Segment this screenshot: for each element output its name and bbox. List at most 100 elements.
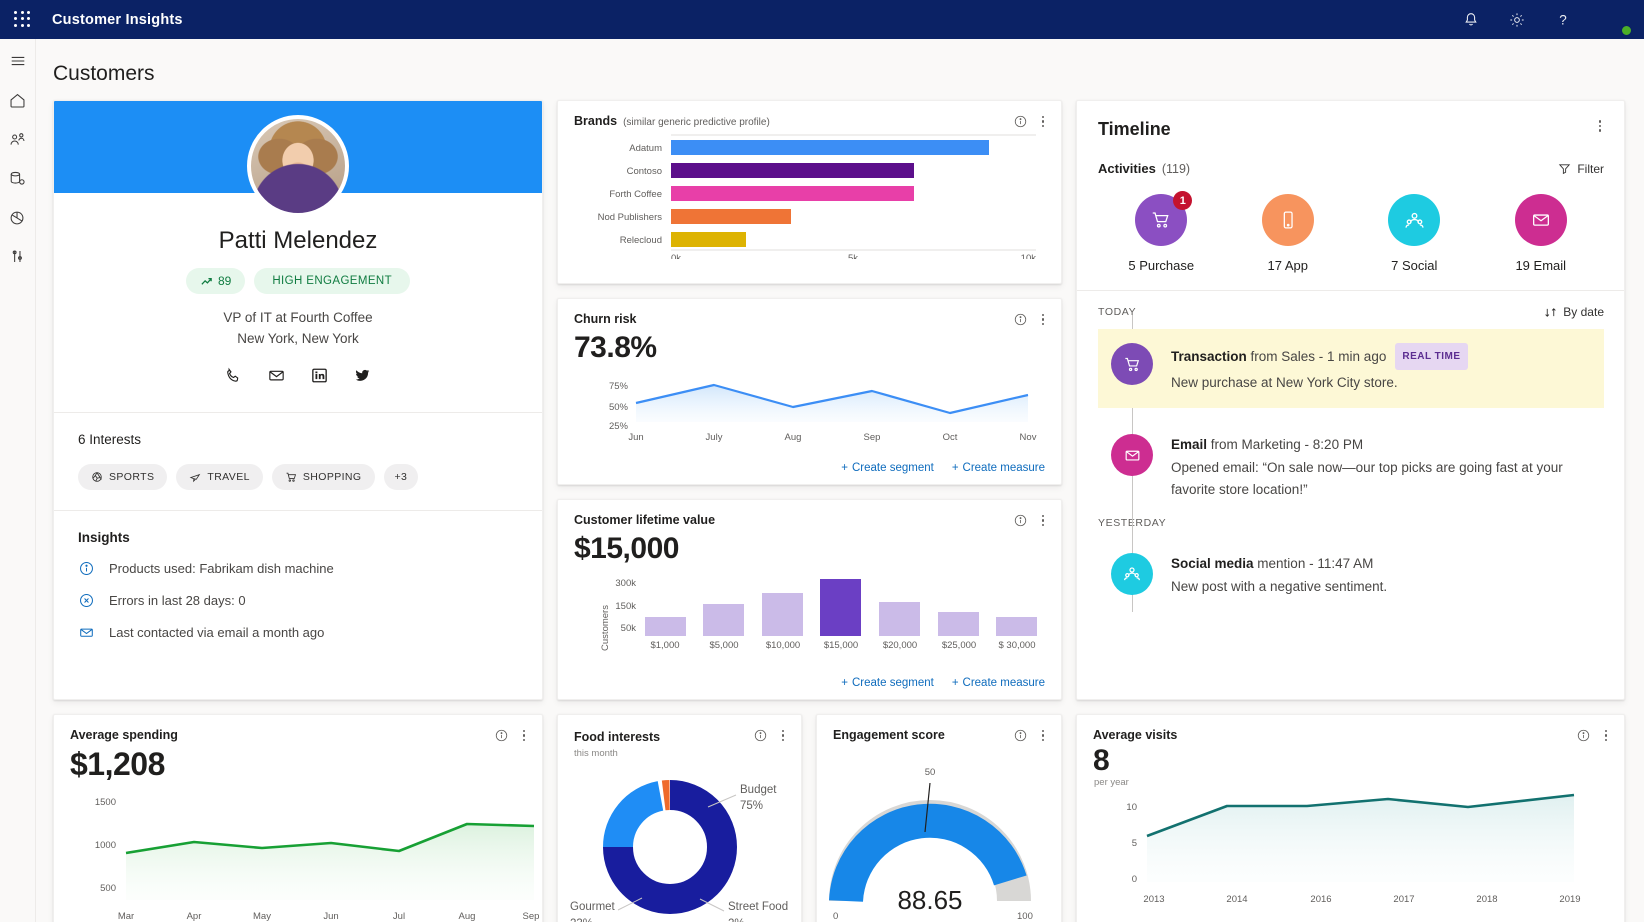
interest-chip-shopping[interactable]: SHOPPING	[272, 464, 375, 490]
spending-ytick-1000: 1000	[95, 840, 116, 851]
activity-summary-app[interactable]: 17 App	[1225, 194, 1352, 273]
info-icon[interactable]	[1013, 728, 1028, 743]
interest-chip-sports[interactable]: SPORTS	[78, 464, 167, 490]
waffle-icon[interactable]	[14, 11, 32, 29]
clv-ytick-50k: 50k	[621, 623, 637, 634]
cart-icon	[285, 471, 297, 483]
create-segment-link[interactable]: + Create segment	[841, 462, 934, 474]
create-measure-link[interactable]: + Create measure	[952, 462, 1045, 474]
visits-xtick-2013: 2013	[1143, 894, 1164, 905]
more-options-icon[interactable]	[1039, 115, 1048, 129]
churn-xtick-jun: Jun	[628, 432, 643, 443]
activity-label: 17 App	[1268, 258, 1309, 273]
timeline-event-type: Email	[1171, 437, 1207, 452]
visits-title: Average visits	[1093, 728, 1177, 742]
brands-bar-chart: Adatum Contoso Forth Coffee Nod Publishe…	[558, 129, 1063, 259]
info-icon[interactable]	[494, 728, 509, 743]
home-icon[interactable]	[8, 90, 28, 110]
sort-icon	[1544, 306, 1557, 319]
info-icon[interactable]	[1013, 114, 1028, 129]
clv-ytick-300k: 300k	[615, 578, 636, 589]
clv-xtick-30000: $ 30,000	[999, 640, 1036, 651]
average-spending-card: Average spending $1,208	[53, 714, 543, 922]
gauge-value-text: 88.65	[897, 885, 962, 915]
mail-icon	[1515, 194, 1567, 246]
clv-bar-20000	[879, 602, 920, 636]
activity-summary-email[interactable]: 19 Email	[1478, 194, 1605, 273]
visits-xtick-2014: 2014	[1226, 894, 1247, 905]
data-sources-icon[interactable]	[8, 168, 28, 188]
hamburger-menu-icon[interactable]	[8, 51, 28, 71]
score-chip[interactable]: 89	[186, 268, 245, 294]
more-options-icon[interactable]	[779, 729, 788, 743]
clv-xtick-1000: $1,000	[650, 640, 679, 651]
user-avatar[interactable]	[1600, 5, 1630, 35]
timeline-event-type: Transaction	[1171, 349, 1247, 364]
more-options-icon[interactable]	[520, 729, 529, 743]
brands-tick-forth-coffee: Forth Coffee	[609, 189, 662, 200]
visits-xtick-2016: 2016	[1310, 894, 1331, 905]
timeline-body: TODAY By date	[1077, 291, 1624, 612]
spending-title: Average spending	[70, 728, 178, 742]
plus-icon: +	[952, 462, 959, 474]
gear-icon[interactable]	[1508, 11, 1526, 29]
email-icon[interactable]	[267, 366, 286, 390]
spending-ytick-1500: 1500	[95, 797, 116, 808]
insight-row: Products used: Fabrikam dish machine	[78, 560, 520, 577]
audience-insights-icon[interactable]	[8, 129, 28, 149]
measures-pie-icon[interactable]	[8, 207, 28, 227]
info-icon[interactable]	[753, 728, 768, 743]
admin-tools-icon[interactable]	[8, 246, 28, 266]
spending-xtick-jun: Jun	[323, 911, 338, 922]
activity-summary-purchase[interactable]: 1 5 Purchase	[1098, 194, 1225, 273]
linkedin-icon[interactable]	[310, 366, 329, 390]
sports-ball-icon	[91, 471, 103, 483]
plus-icon: +	[952, 677, 959, 689]
more-options-icon[interactable]	[1602, 729, 1611, 743]
social-links	[54, 366, 542, 390]
info-icon[interactable]	[1013, 312, 1028, 327]
gauge-min-label: 0	[833, 911, 838, 922]
more-options-icon[interactable]	[1039, 514, 1048, 528]
create-measure-label: Create measure	[963, 462, 1045, 474]
interest-chip-travel[interactable]: TRAVEL	[176, 464, 262, 490]
info-icon[interactable]	[1013, 513, 1028, 528]
clv-xtick-5000: $5,000	[709, 640, 738, 651]
bar-relecloud	[671, 232, 746, 247]
brands-tick-relecloud: Relecloud	[620, 235, 662, 246]
clv-ylabel: Customers	[600, 605, 611, 651]
mail-icon	[1111, 434, 1153, 476]
profile-photo	[247, 115, 349, 217]
filter-label: Filter	[1577, 162, 1604, 176]
real-time-badge: REAL TIME	[1395, 343, 1467, 370]
app-title: Customer Insights	[52, 12, 183, 28]
more-options-icon[interactable]	[1039, 313, 1048, 327]
clv-actions: + Create segment + Create measure	[841, 677, 1045, 689]
more-options-icon[interactable]	[1596, 119, 1605, 133]
interest-chip-more[interactable]: +3	[384, 464, 419, 490]
activity-summary-social[interactable]: 7 Social	[1351, 194, 1478, 273]
create-measure-link[interactable]: + Create measure	[952, 677, 1045, 689]
timeline-event-email[interactable]: Email from Marketing - 8:20 PM Opened em…	[1098, 420, 1604, 515]
timeline-event-desc: New purchase at New York City store.	[1171, 372, 1468, 394]
churn-title: Churn risk	[574, 312, 637, 326]
insight-row: Last contacted via email a month ago	[78, 624, 520, 641]
timeline-event-transaction[interactable]: Transaction from Sales - 1 min agoREAL T…	[1098, 329, 1604, 408]
timeline-event-social[interactable]: Social media mention - 11:47 AM New post…	[1098, 539, 1604, 612]
engagement-chip[interactable]: HIGH ENGAGEMENT	[254, 268, 410, 294]
twitter-icon[interactable]	[353, 366, 372, 390]
churn-xtick-nov: Nov	[1020, 432, 1037, 443]
phone-icon[interactable]	[224, 366, 243, 390]
create-segment-link[interactable]: + Create segment	[841, 677, 934, 689]
bell-icon[interactable]	[1462, 11, 1480, 29]
interest-label: SPORTS	[109, 471, 154, 483]
clv-ytick-150k: 150k	[615, 601, 636, 612]
info-icon[interactable]	[1576, 728, 1591, 743]
sort-by-date-button[interactable]: By date	[1544, 305, 1604, 319]
filter-button[interactable]: Filter	[1558, 162, 1604, 176]
help-icon[interactable]: ?	[1554, 11, 1572, 29]
clv-xtick-20000: $20,000	[883, 640, 917, 651]
page-root: Customers Patti Melendez 89 HIGH ENGAGEM…	[36, 39, 1644, 922]
more-options-icon[interactable]	[1039, 729, 1048, 743]
timeline-event-title: Email from Marketing - 8:20 PM	[1171, 437, 1363, 452]
